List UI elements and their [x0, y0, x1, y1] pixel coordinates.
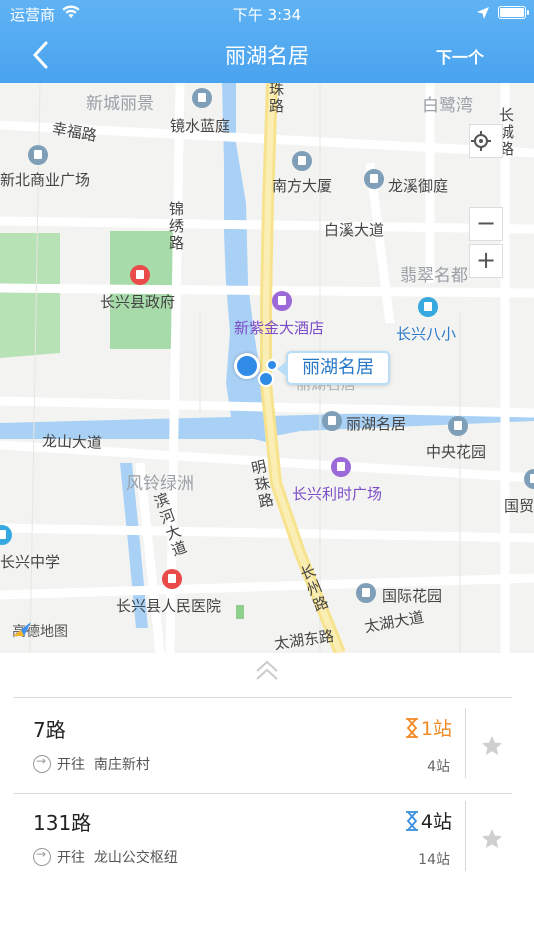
map-label: 翡翠名都 [400, 266, 468, 286]
map-label: 新紫金大酒店 [234, 319, 325, 337]
building-poi-icon[interactable] [28, 145, 48, 165]
status-time: 下午 3:34 [232, 6, 302, 24]
locate-button[interactable] [469, 124, 503, 158]
divider [465, 708, 466, 778]
route-direction: 开往 龙山公交枢纽 [33, 847, 178, 867]
government-poi-icon[interactable] [130, 265, 150, 285]
map-provider-logo: 高德地图 [12, 621, 68, 641]
status-bar: 运营商 下午 3:34 [0, 0, 534, 28]
map-label: 镜水蓝庭 [170, 117, 231, 135]
building-poi-icon[interactable] [192, 88, 212, 108]
route-eta: 4站 [405, 807, 452, 834]
route-eta: 1站 [405, 714, 452, 741]
location-callout[interactable]: 丽湖名居 [277, 351, 390, 385]
map-view[interactable]: 新城丽景 镜水蓝庭 白鹭湾 幸福路 珠路 长城路 新北商业广场 南方大厦 龙溪御… [0, 83, 534, 653]
map-label: 长兴县政府 [100, 293, 176, 311]
school-poi-icon[interactable] [418, 297, 438, 317]
map-label: 长兴八小 [396, 325, 457, 343]
map-label: 长兴中学 [0, 553, 61, 571]
zoom-in-button[interactable]: + [469, 244, 503, 278]
map-label: 国贸 [504, 497, 534, 515]
eta-value: 4站 [420, 811, 452, 833]
route-destination: 南庄新村 [93, 757, 150, 773]
building-poi-icon[interactable] [364, 169, 384, 189]
building-poi-icon[interactable] [322, 411, 342, 431]
zoom-out-button[interactable]: − [469, 207, 503, 241]
route-direction: 开往 南庄新村 [33, 754, 150, 774]
map-label: 龙溪御庭 [388, 177, 449, 195]
route-stops: 4站 [427, 759, 450, 775]
locate-icon [471, 131, 491, 151]
hospital-poi-icon[interactable] [162, 569, 182, 589]
building-poi-icon[interactable] [356, 583, 376, 603]
selected-location-pin[interactable] [234, 353, 260, 379]
map-label: 长兴利时广场 [292, 485, 383, 503]
battery-icon [498, 6, 529, 19]
direction-prefix: 开往 [57, 850, 85, 866]
eta-value: 1站 [420, 718, 452, 740]
map-label: 南方大厦 [272, 177, 333, 195]
chevron-up-icon[interactable] [254, 658, 280, 684]
map-label: 国际花园 [382, 587, 443, 605]
hotel-poi-icon[interactable] [272, 291, 292, 311]
mall-poi-icon[interactable] [331, 457, 351, 477]
route-name: 131路 [33, 811, 92, 835]
star-icon[interactable] [480, 734, 504, 758]
route-destination: 龙山公交枢纽 [93, 850, 178, 866]
map-label: 白溪大道 [324, 221, 385, 239]
map-label: 龙山大道 [41, 431, 103, 453]
route-stops: 14站 [418, 852, 450, 868]
hourglass-icon [405, 811, 418, 831]
location-pin[interactable] [258, 371, 274, 387]
map-label: 珠路 [267, 83, 285, 115]
divider [465, 801, 466, 871]
map-label: 风铃绿洲 [126, 474, 194, 494]
route-row-0[interactable]: 7路 开往 南庄新村 1站 4站 [0, 700, 534, 792]
direction-arrow-icon [33, 847, 51, 866]
location-arrow-icon [477, 7, 489, 19]
map-label: 丽湖名居 [346, 415, 407, 433]
map-label: 新北商业广场 [0, 171, 91, 189]
top-bar: 运营商 下午 3:34 丽湖名居 下一个 [0, 0, 534, 83]
map-label: 中央花园 [426, 443, 487, 461]
hourglass-icon [405, 718, 418, 738]
direction-prefix: 开往 [57, 757, 85, 773]
divider [14, 697, 512, 698]
building-poi-icon[interactable] [448, 416, 468, 436]
map-label: 新城丽景 [86, 94, 154, 114]
next-button[interactable]: 下一个 [436, 44, 484, 68]
amap-logo-icon [13, 622, 31, 636]
building-poi-icon[interactable] [292, 151, 312, 171]
map-label: 长兴县人民医院 [116, 597, 222, 615]
route-row-1[interactable]: 131路 开往 龙山公交枢纽 4站 14站 [0, 793, 534, 885]
map-label: 锦绣路 [167, 201, 185, 252]
map-label: 白鹭湾 [422, 96, 473, 116]
direction-arrow-icon [33, 754, 51, 773]
route-name: 7路 [33, 718, 66, 742]
star-icon[interactable] [480, 827, 504, 851]
